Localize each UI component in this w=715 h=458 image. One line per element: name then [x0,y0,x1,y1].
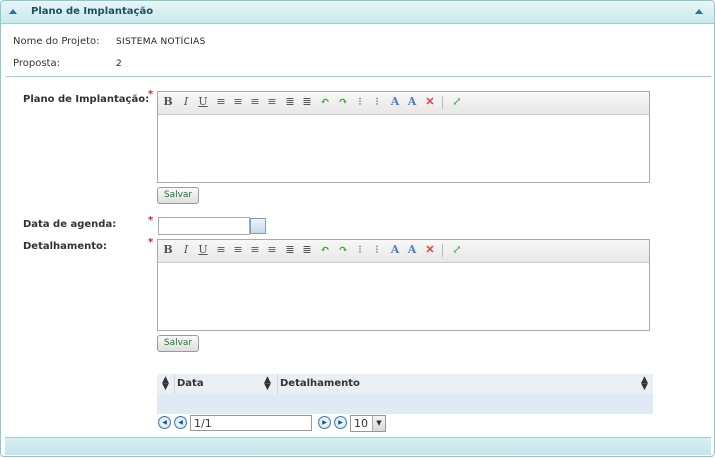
unordered-list-icon[interactable]: ⁝ [370,95,384,109]
calendar-icon[interactable] [250,218,266,234]
plano-save-button[interactable]: Salvar [157,187,199,204]
project-name-value: SISTEMA NOTÍCIAS [116,37,206,47]
underline-icon[interactable]: U [196,95,210,109]
remove-format-icon[interactable]: A [405,95,419,109]
remove-format-icon[interactable]: A [405,243,419,257]
align-center-icon[interactable]: ≡ [231,243,245,257]
required-marker: * [148,237,154,248]
ordered-list-icon[interactable]: ⁝ [353,95,367,109]
collapse-right-icon[interactable] [695,9,703,14]
grid-body [157,394,653,414]
detail-editor-toolbar: B I U ≡ ≡ ≡ ≡ ≣ ≣ ↶ ↷ ⁝ ⁝ A A ✕ ⤢ [158,240,649,263]
bold-icon[interactable]: B [161,95,175,109]
align-right-icon[interactable]: ≡ [248,243,262,257]
column-separator [277,374,278,394]
first-page-icon[interactable]: ◀ [158,416,171,429]
bold-icon[interactable]: B [161,243,175,257]
page-size-select[interactable]: 10 ▼ [350,415,386,432]
required-marker: * [148,215,154,226]
unordered-list-icon[interactable]: ⁝ [370,243,384,257]
undo-icon[interactable]: ↶ [318,243,332,257]
last-page-icon[interactable]: ▶ [334,416,347,429]
column-separator [174,374,175,394]
proposal-value: 2 [116,59,123,69]
italic-icon[interactable]: I [179,95,193,109]
outdent-icon[interactable]: ≣ [283,243,297,257]
divider [6,76,711,77]
plano-editor-toolbar: B I U ≡ ≡ ≡ ≡ ≣ ≣ ↶ ↷ ⁝ ⁝ A A ✕ ⤢ [158,92,649,115]
ordered-list-icon[interactable]: ⁝ [353,243,367,257]
collapse-icon[interactable] [9,9,17,14]
redo-icon[interactable]: ↷ [336,95,350,109]
page-size-value: 10 [354,417,368,430]
underline-icon[interactable]: U [196,243,210,257]
justify-icon[interactable]: ≡ [265,243,279,257]
redo-icon[interactable]: ↷ [336,243,350,257]
chevron-down-icon[interactable]: ▼ [372,416,385,431]
sort-detalhamento-icon[interactable]: ▲ ▼ [641,376,648,392]
undo-icon[interactable]: ↶ [318,95,332,109]
detail-label: Detalhamento: [23,241,107,252]
panel-title: Plano de Implantação [31,6,154,17]
proposal-label: Proposta: [13,58,60,69]
page-input[interactable]: 1/1 [190,415,312,431]
implantation-panel: Plano de Implantação Nome do Projeto: SI… [0,0,715,457]
date-input[interactable] [158,217,250,235]
sort-icon[interactable]: ▲ ▼ [162,376,169,392]
project-name-label: Nome do Projeto: [13,36,100,47]
fullscreen-icon[interactable]: ⤢ [450,95,464,109]
detail-save-button[interactable]: Salvar [157,335,199,352]
next-page-icon[interactable]: ▶ [318,416,331,429]
indent-icon[interactable]: ≣ [300,95,314,109]
plano-editor[interactable]: B I U ≡ ≡ ≡ ≡ ≣ ≣ ↶ ↷ ⁝ ⁝ A A ✕ ⤢ [157,91,650,183]
grid-header: ▲ ▼ Data ▲ ▼ Detalhamento ▲ ▼ [157,374,653,395]
panel-footer [5,437,711,455]
panel-header[interactable]: Plano de Implantação [1,1,714,24]
fullscreen-icon[interactable]: ⤢ [450,243,464,257]
align-right-icon[interactable]: ≡ [248,95,262,109]
toolbar-separator [442,96,443,109]
date-label: Data de agenda: [23,219,117,230]
justify-icon[interactable]: ≡ [265,95,279,109]
plano-label: Plano de Implantação: [23,94,150,105]
indent-icon[interactable]: ≣ [300,243,314,257]
required-marker: * [148,89,154,100]
outdent-icon[interactable]: ≣ [283,95,297,109]
italic-icon[interactable]: I [179,243,193,257]
sort-data-icon[interactable]: ▲ ▼ [264,376,271,392]
prev-page-icon[interactable]: ◀ [174,416,187,429]
align-left-icon[interactable]: ≡ [214,243,228,257]
column-detalhamento[interactable]: Detalhamento [280,378,360,389]
format-icon[interactable]: A [388,95,402,109]
column-data[interactable]: Data [177,378,204,389]
delete-icon[interactable]: ✕ [423,243,437,257]
align-left-icon[interactable]: ≡ [214,95,228,109]
detail-editor[interactable]: B I U ≡ ≡ ≡ ≡ ≣ ≣ ↶ ↷ ⁝ ⁝ A A ✕ ⤢ [157,239,650,331]
align-center-icon[interactable]: ≡ [231,95,245,109]
format-icon[interactable]: A [388,243,402,257]
toolbar-separator [442,244,443,257]
delete-icon[interactable]: ✕ [423,95,437,109]
